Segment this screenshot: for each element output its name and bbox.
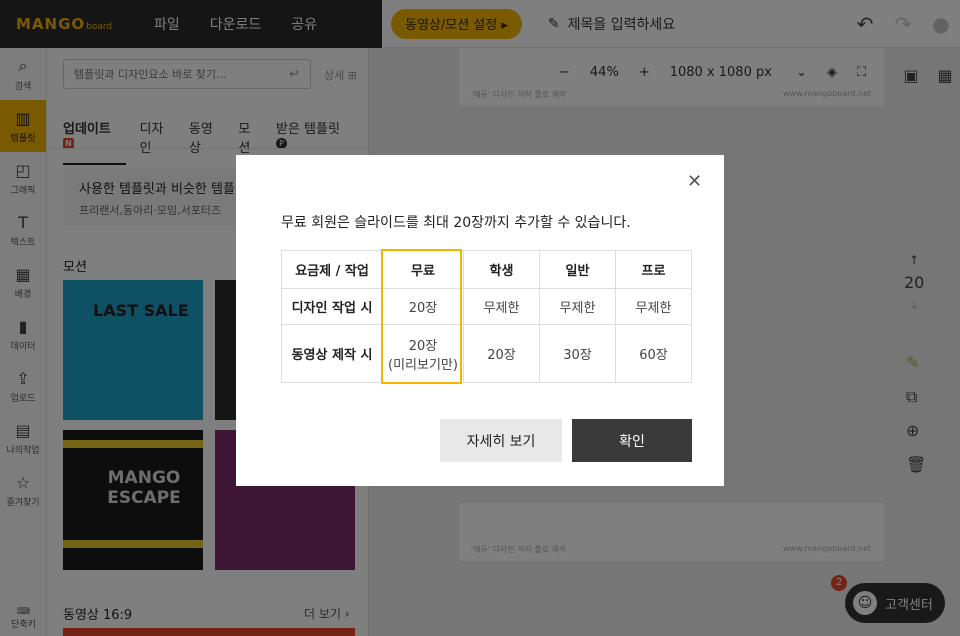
slide-limit-dialog: ✕ 무료 회원은 슬라이드를 최대 20장까지 추가할 수 있습니다. 요금제 … xyxy=(236,155,724,486)
view-details-button[interactable]: 자세히 보기 xyxy=(440,419,562,462)
table-cell: 30장 xyxy=(539,324,616,383)
table-cell: 60장 xyxy=(615,324,692,383)
table-cell: 20장 xyxy=(463,324,540,383)
table-row: 동영상 제작 시 20장 (미리보기만) 20장 30장 60장 xyxy=(281,324,692,383)
plan-comparison-table: 요금제 / 작업 무료 학생 일반 프로 디자인 작업 시 20장 무제한 무제… xyxy=(281,250,692,383)
column-header: 요금제 / 작업 xyxy=(281,250,383,289)
column-header-pro: 프로 xyxy=(615,250,692,289)
free-plan-highlight xyxy=(381,249,462,384)
table-header-row: 요금제 / 작업 무료 학생 일반 프로 xyxy=(281,250,692,289)
table-cell: 무제한 xyxy=(463,288,540,325)
table-cell: 무제한 xyxy=(539,288,616,325)
confirm-button[interactable]: 확인 xyxy=(572,419,692,462)
table-cell: 무제한 xyxy=(615,288,692,325)
close-icon[interactable]: ✕ xyxy=(687,171,702,192)
row-header: 디자인 작업 시 xyxy=(281,288,383,325)
column-header-general: 일반 xyxy=(539,250,616,289)
row-header: 동영상 제작 시 xyxy=(281,324,383,383)
column-header-student: 학생 xyxy=(463,250,540,289)
dialog-message: 무료 회원은 슬라이드를 최대 20장까지 추가할 수 있습니다. xyxy=(281,215,631,231)
table-row: 디자인 작업 시 20장 무제한 무제한 무제한 xyxy=(281,288,692,325)
